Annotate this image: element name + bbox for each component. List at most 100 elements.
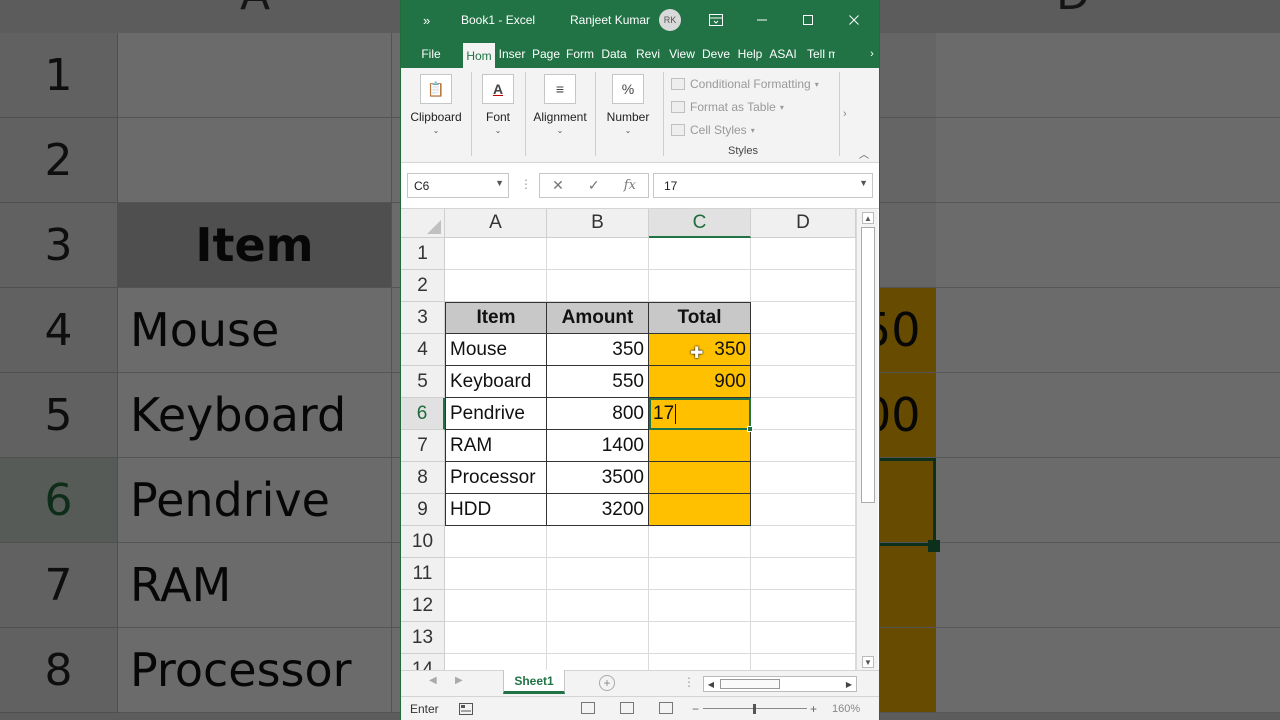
cell[interactable] [751,590,856,622]
close-icon[interactable] [831,0,877,40]
item-cell[interactable]: Keyboard [445,366,547,398]
styles-item-format-as-table[interactable]: Format as Table ▾ [671,97,784,117]
cell[interactable] [649,622,751,654]
page-break-view-icon[interactable] [659,702,673,714]
item-cell[interactable]: Processor [445,462,547,494]
macro-record-icon[interactable] [459,697,473,720]
row-header-14[interactable]: 14 [401,654,445,670]
tab-help[interactable]: Help [735,40,765,68]
collapse-ribbon-icon[interactable]: ︿ [859,146,869,161]
tab-file[interactable]: File [401,40,461,68]
cell[interactable] [445,654,547,670]
table-header-total[interactable]: Total [649,302,751,334]
cell[interactable] [751,654,856,670]
tab-revi[interactable]: Revi [633,40,663,68]
vertical-scroll-thumb[interactable] [861,227,875,503]
amount-cell[interactable]: 3200 [547,494,649,526]
previous-sheet-icon[interactable]: ◀ [429,675,437,686]
tab-form[interactable]: Form [565,40,595,68]
confirm-entry-icon[interactable]: ✓ [588,177,600,194]
horizontal-scrollbar[interactable]: ◀ ▶ [703,676,857,692]
row-header-10[interactable]: 10 [401,526,445,558]
table-header-amount[interactable]: Amount [547,302,649,334]
column-header-c[interactable]: C [649,209,751,238]
row-header-11[interactable]: 11 [401,558,445,590]
ribbon-scroll-right-icon[interactable]: › [843,108,847,120]
cell[interactable] [751,462,856,494]
row-header-1[interactable]: 1 [401,238,445,270]
cell[interactable] [649,270,751,302]
amount-cell[interactable]: 1400 [547,430,649,462]
next-sheet-icon[interactable]: ▶ [455,675,463,686]
ribbon-display-options-icon[interactable] [693,0,739,40]
item-cell[interactable]: HDD [445,494,547,526]
normal-view-icon[interactable] [581,702,595,714]
fill-handle[interactable] [747,426,753,432]
styles-item-conditional-formatting[interactable]: Conditional Formatting ▾ [671,74,819,94]
cell[interactable] [751,526,856,558]
cell[interactable] [751,622,856,654]
zoom-slider-thumb[interactable] [753,704,756,714]
cell[interactable] [445,270,547,302]
row-header-2[interactable]: 2 [401,270,445,302]
column-header-b[interactable]: B [547,209,649,238]
amount-cell[interactable]: 550 [547,366,649,398]
item-cell[interactable]: Mouse [445,334,547,366]
cell[interactable] [751,238,856,270]
ribbon-group-alignment[interactable]: ≡ Alignment ⌄ [527,68,593,158]
cell[interactable] [751,398,856,430]
ribbon-group-number[interactable]: % Number ⌄ [597,68,659,158]
tab-data[interactable]: Data [599,40,629,68]
add-sheet-icon[interactable]: + [599,675,615,691]
cell[interactable] [547,558,649,590]
formula-input[interactable]: 17 ▼ [653,173,873,198]
column-header-a[interactable]: A [445,209,547,238]
vertical-scrollbar[interactable]: ▲ ▼ [856,209,878,670]
total-cell[interactable]: 900 [649,366,751,398]
cell[interactable] [547,238,649,270]
amount-cell[interactable]: 800 [547,398,649,430]
select-all-corner[interactable] [401,209,445,238]
styles-item-cell-styles[interactable]: Cell Styles ▾ [671,120,755,140]
cell[interactable] [649,590,751,622]
scroll-down-icon[interactable]: ▼ [862,656,874,668]
row-header-3[interactable]: 3 [401,302,445,334]
cancel-entry-icon[interactable]: ✕ [552,177,564,194]
cell[interactable] [751,366,856,398]
minimize-icon[interactable] [739,0,785,40]
active-cell-c6[interactable]: 17 [649,398,751,430]
row-header-5[interactable]: 5 [401,366,445,398]
column-header-d[interactable]: D [751,209,856,238]
cell[interactable] [751,494,856,526]
amount-cell[interactable]: 3500 [547,462,649,494]
row-header-6[interactable]: 6 [401,398,445,430]
name-box[interactable]: C6 ▼ [407,173,509,198]
cell[interactable] [547,526,649,558]
scroll-up-icon[interactable]: ▲ [862,212,874,224]
item-cell[interactable]: RAM [445,430,547,462]
cell[interactable] [547,590,649,622]
chevron-down-icon[interactable]: ▼ [495,178,504,188]
total-cell[interactable] [649,494,751,526]
zoom-in-button[interactable]: + [810,697,817,720]
maximize-icon[interactable] [785,0,831,40]
table-header-item[interactable]: Item [445,302,547,334]
zoom-out-button[interactable]: − [692,697,699,720]
page-layout-view-icon[interactable] [620,702,634,714]
tab-asai[interactable]: ASAI [769,40,797,68]
cell[interactable] [445,238,547,270]
tab-page[interactable]: Page [531,40,561,68]
row-header-13[interactable]: 13 [401,622,445,654]
cell[interactable] [751,334,856,366]
cell[interactable] [649,654,751,670]
scroll-right-icon[interactable]: ▶ [842,677,856,691]
expand-formula-bar-icon[interactable]: ▼ [859,178,868,188]
insert-function-icon[interactable]: fx [624,178,636,193]
cell[interactable] [751,302,856,334]
cell[interactable] [649,526,751,558]
cell[interactable] [547,654,649,670]
quick-access-more-icon[interactable]: » [423,0,430,40]
item-cell[interactable]: Pendrive [445,398,547,430]
cell[interactable] [649,558,751,590]
sheet-tab-sheet1[interactable]: Sheet1 [503,670,565,694]
